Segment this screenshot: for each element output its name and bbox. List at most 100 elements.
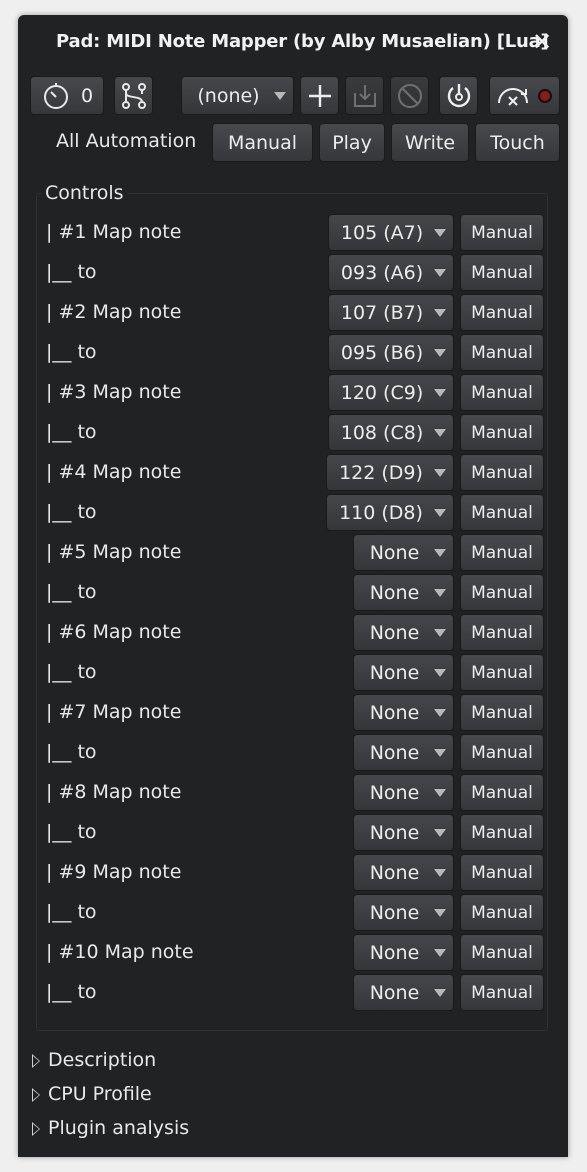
note-select[interactable]: None [353, 774, 454, 811]
control-label: | #2 Map note [46, 301, 182, 323]
chevron-down-icon [434, 308, 446, 317]
control-automation-button[interactable]: Manual [460, 214, 544, 251]
control-automation-button[interactable]: Manual [460, 614, 544, 651]
chevron-down-icon [434, 668, 446, 677]
expand-triangle-icon [32, 1088, 40, 1102]
note-select[interactable]: None [353, 534, 454, 571]
chevron-down-icon [434, 388, 446, 397]
control-automation-button[interactable]: Manual [460, 974, 544, 1011]
control-automation-button[interactable]: Manual [460, 894, 544, 931]
delete-preset-button[interactable] [390, 76, 429, 115]
note-select[interactable]: None [353, 894, 454, 931]
latency-value: 0 [80, 84, 94, 107]
control-label: | #8 Map note [46, 781, 182, 803]
note-select[interactable]: None [353, 934, 454, 971]
note-select[interactable]: None [353, 974, 454, 1011]
note-select[interactable]: 110 (D8) [326, 494, 454, 531]
note-select[interactable]: 120 (C9) [328, 374, 454, 411]
note-select[interactable]: None [353, 814, 454, 851]
control-label: | #10 Map note [46, 941, 194, 963]
control-automation-button[interactable]: Manual [460, 454, 544, 491]
control-label: |__ to [46, 981, 97, 1003]
note-select[interactable]: None [353, 734, 454, 771]
pin-mode-icon [495, 81, 531, 111]
controls-header: Controls [41, 182, 128, 204]
automation-write-button[interactable]: Write [391, 123, 469, 162]
control-automation-button[interactable]: Manual [460, 534, 544, 571]
note-select[interactable]: None [353, 574, 454, 611]
pin-routing-button[interactable] [114, 76, 153, 115]
preset-select[interactable]: (none) [181, 76, 294, 115]
chevron-down-icon [434, 628, 446, 637]
note-select[interactable]: 122 (D9) [326, 454, 454, 491]
note-select[interactable]: 095 (B6) [328, 334, 454, 371]
control-automation-button[interactable]: Manual [460, 574, 544, 611]
automation-play-button[interactable]: Play [319, 123, 385, 162]
note-select[interactable]: 108 (C8) [328, 414, 454, 451]
save-preset-icon [352, 83, 378, 109]
automation-manual-button[interactable]: Manual [212, 123, 313, 162]
chevron-down-icon [434, 708, 446, 717]
control-automation-button[interactable]: Manual [460, 734, 544, 771]
expander-description[interactable]: Description [32, 1049, 552, 1075]
record-dot-icon [537, 88, 553, 104]
note-select[interactable]: 107 (B7) [328, 294, 454, 331]
control-automation-button[interactable]: Manual [460, 694, 544, 731]
automation-touch-button[interactable]: Touch [475, 123, 560, 162]
control-label: | #5 Map note [46, 541, 182, 563]
chevron-down-icon [434, 828, 446, 837]
control-automation-button[interactable]: Manual [460, 334, 544, 371]
chevron-down-icon [434, 508, 446, 517]
note-select[interactable]: None [353, 694, 454, 731]
add-preset-icon [308, 84, 332, 108]
control-label: |__ to [46, 501, 97, 523]
control-automation-button[interactable]: Manual [460, 294, 544, 331]
control-label: |__ to [46, 821, 97, 843]
control-label: |__ to [46, 261, 97, 283]
control-automation-button[interactable]: Manual [460, 494, 544, 531]
note-select[interactable]: 105 (A7) [328, 214, 454, 251]
expander-cpu-profile[interactable]: CPU Profile [32, 1083, 552, 1109]
routing-icon [119, 81, 149, 111]
add-preset-button[interactable] [300, 76, 339, 115]
pin-mode-button[interactable] [489, 76, 560, 115]
bypass-button[interactable] [439, 76, 478, 115]
control-automation-button[interactable]: Manual [460, 854, 544, 891]
control-label: |__ to [46, 421, 97, 443]
chevron-down-icon [434, 908, 446, 917]
note-select[interactable]: None [353, 654, 454, 691]
note-select[interactable]: None [353, 614, 454, 651]
control-automation-button[interactable]: Manual [460, 374, 544, 411]
save-preset-button[interactable] [345, 76, 384, 115]
expand-triangle-icon [32, 1054, 40, 1068]
control-label: | #1 Map note [46, 221, 182, 243]
delete-preset-icon [397, 83, 423, 109]
control-automation-button[interactable]: Manual [460, 254, 544, 291]
control-automation-button[interactable]: Manual [460, 774, 544, 811]
chevron-down-icon [274, 91, 286, 100]
expander-label: Description [48, 1049, 157, 1071]
control-automation-button[interactable]: Manual [460, 814, 544, 851]
note-select[interactable]: 093 (A6) [328, 254, 454, 291]
latency-button[interactable]: 0 [30, 76, 104, 115]
chevron-down-icon [434, 428, 446, 437]
control-automation-button[interactable]: Manual [460, 934, 544, 971]
control-automation-button[interactable]: Manual [460, 654, 544, 691]
control-label: | #3 Map note [46, 381, 182, 403]
chevron-down-icon [434, 228, 446, 237]
chevron-down-icon [434, 348, 446, 357]
expand-triangle-icon [32, 1122, 40, 1136]
close-icon[interactable]: ✕ [530, 29, 554, 55]
title-bar[interactable]: Pad: MIDI Note Mapper (by Alby Musaelian… [18, 15, 568, 71]
chevron-down-icon [434, 868, 446, 877]
control-automation-button[interactable]: Manual [460, 414, 544, 451]
expander-label: Plugin analysis [48, 1117, 190, 1139]
plugin-window: Pad: MIDI Note Mapper (by Alby Musaelian… [18, 15, 568, 1157]
note-select[interactable]: None [353, 854, 454, 891]
bypass-power-icon [445, 82, 473, 110]
control-label: |__ to [46, 901, 97, 923]
expander-label: CPU Profile [48, 1083, 152, 1105]
expander-plugin-analysis[interactable]: Plugin analysis [32, 1117, 552, 1143]
control-label: |__ to [46, 661, 97, 683]
control-label: |__ to [46, 581, 97, 603]
